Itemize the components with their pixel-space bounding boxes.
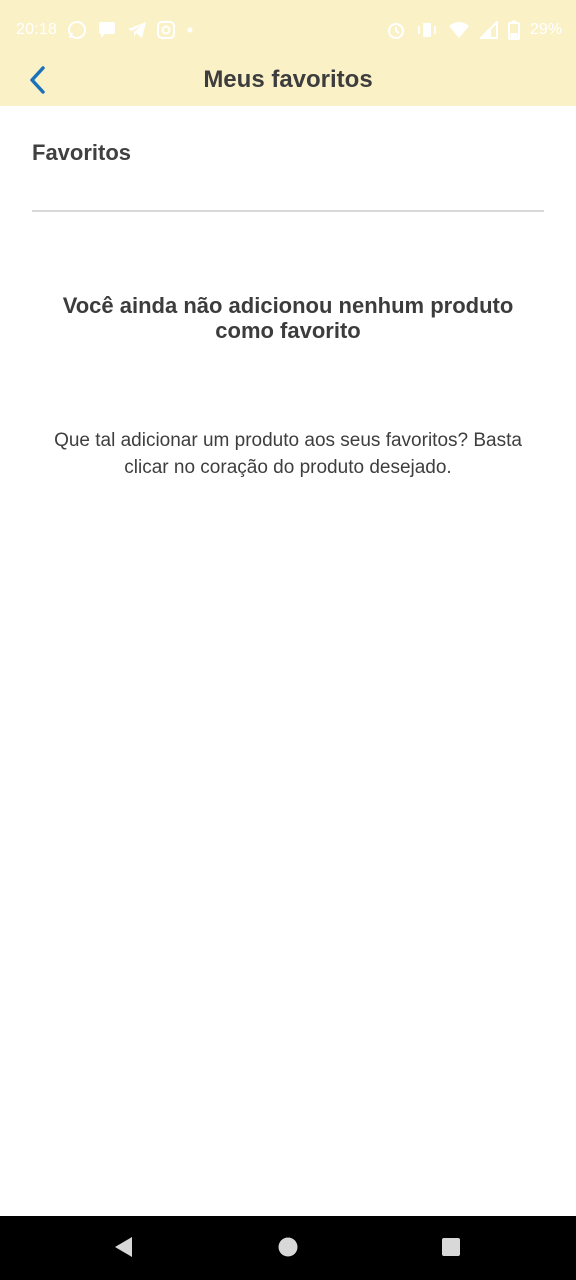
screen: 20:18 29% Meus favoritos Favoritos Você … — [0, 0, 576, 1280]
system-nav-bar — [0, 1216, 576, 1280]
back-triangle-icon — [112, 1235, 134, 1264]
vibrate-icon — [416, 21, 438, 39]
dot-icon — [185, 25, 195, 35]
nav-home-button[interactable] — [275, 1236, 301, 1262]
divider — [32, 210, 544, 212]
status-time: 20:18 — [16, 21, 58, 38]
status-bar: 20:18 29% — [0, 0, 576, 60]
empty-state-text: Que tal adicionar um produto aos seus fa… — [54, 430, 522, 478]
status-right: 29% — [386, 20, 562, 40]
section-title: Favoritos — [32, 140, 132, 165]
whatsapp-icon — [67, 20, 87, 40]
alarm-icon — [386, 20, 406, 40]
signal-icon — [479, 21, 498, 39]
chat-bubble-icon — [97, 21, 117, 39]
battery-percent: 29% — [529, 21, 562, 38]
status-left: 20:18 — [16, 20, 195, 40]
recents-square-icon — [440, 1236, 462, 1263]
instagram-icon — [157, 21, 176, 39]
empty-state-title: Você ainda não adicionou nenhum produto … — [62, 293, 514, 343]
page-title: Meus favoritos — [203, 66, 373, 93]
battery-icon — [507, 20, 520, 40]
telegram-icon — [127, 21, 147, 39]
nav-recents-button[interactable] — [438, 1236, 464, 1262]
home-circle-icon — [277, 1236, 299, 1263]
wifi-icon — [448, 21, 470, 39]
nav-back-button[interactable] — [110, 1236, 136, 1262]
app-bar: Meus favoritos — [0, 60, 576, 106]
